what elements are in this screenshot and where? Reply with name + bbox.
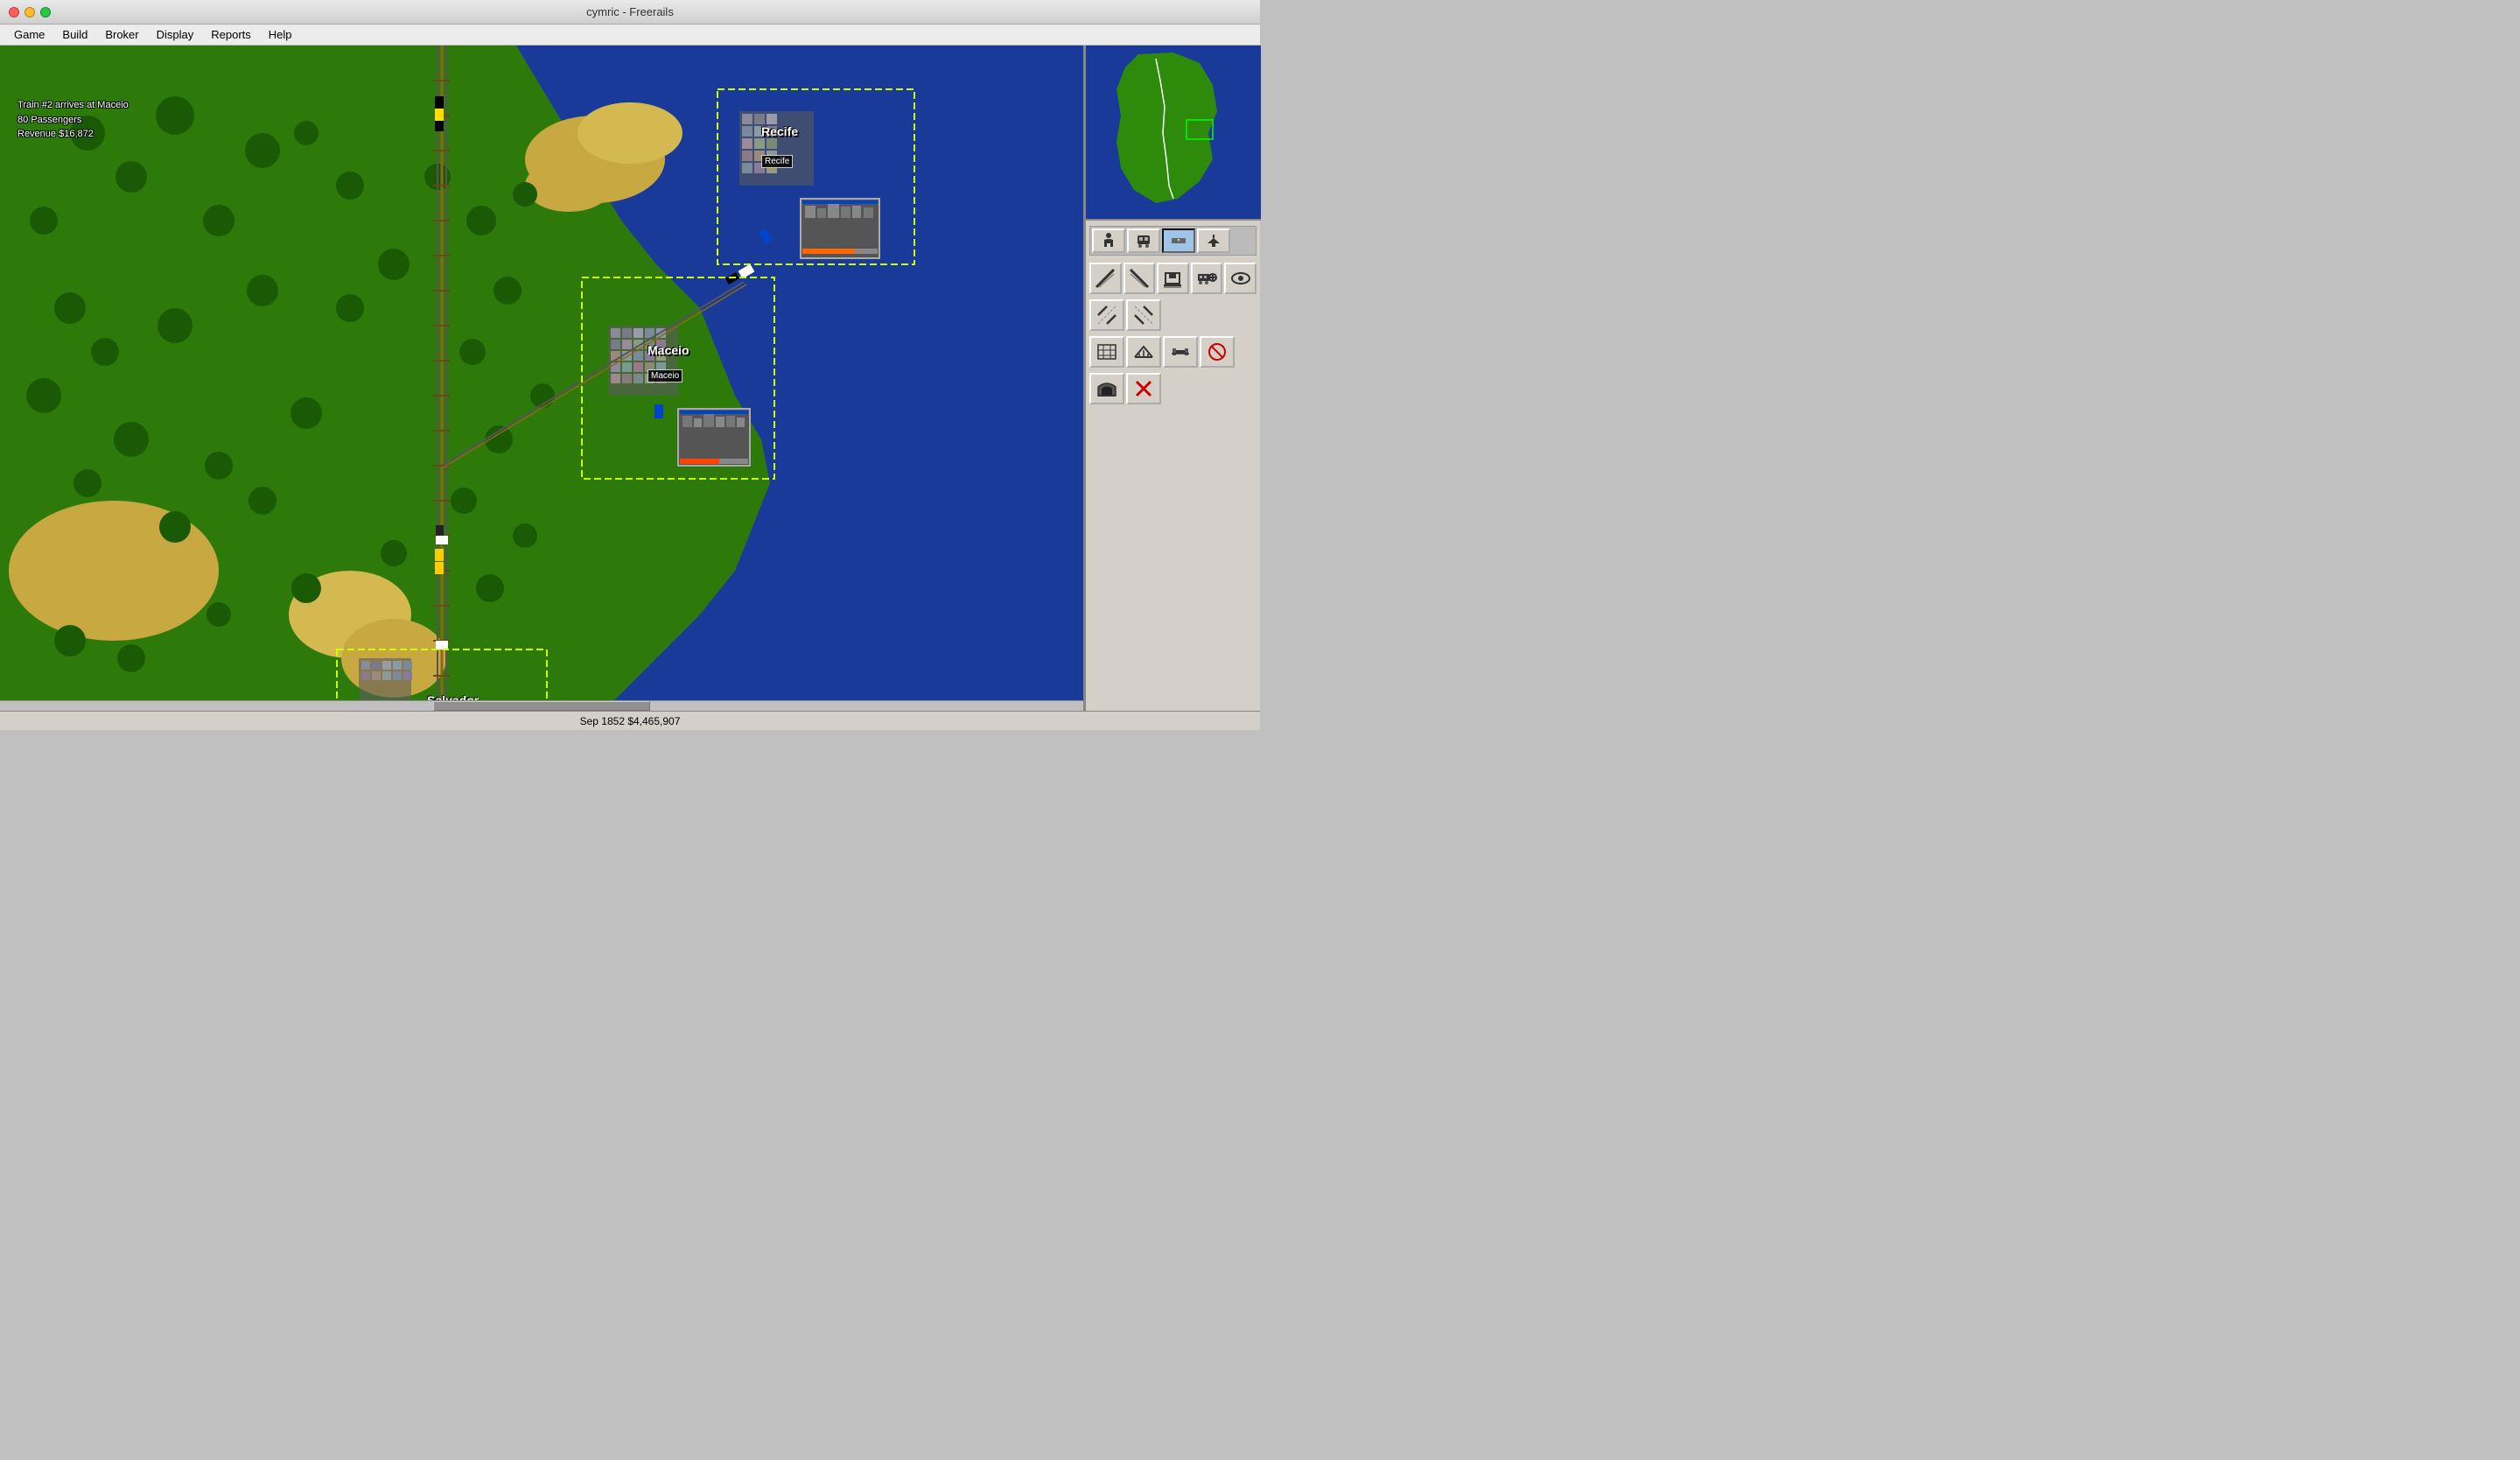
menu-reports[interactable]: Reports	[204, 26, 258, 43]
mini-map[interactable]	[1086, 46, 1261, 221]
notification-line3: Revenue $16,872	[18, 127, 129, 142]
tool-row-1	[1089, 263, 1256, 294]
horizontal-scrollbar[interactable]	[0, 700, 1083, 711]
notification-line1: Train #2 arrives at Maceio	[18, 98, 129, 113]
tool-tunnel[interactable]	[1089, 373, 1124, 404]
tool-bridge-span[interactable]	[1126, 336, 1161, 368]
menu-game[interactable]: Game	[7, 26, 52, 43]
status-text: Sep 1852 $4,465,907	[580, 715, 681, 727]
menu-broker[interactable]: Broker	[98, 26, 145, 43]
game-canvas[interactable]: ⚓	[0, 46, 1085, 711]
tool-track-nw[interactable]	[1124, 263, 1156, 294]
status-bar: Sep 1852 $4,465,907	[0, 711, 1260, 730]
transport-train[interactable]	[1127, 228, 1160, 253]
tool-eye[interactable]	[1224, 263, 1256, 294]
mini-map-terrain	[1086, 46, 1261, 219]
transport-mode-buttons	[1089, 226, 1256, 256]
toolbar	[1086, 221, 1260, 411]
right-sidebar	[1085, 46, 1260, 711]
tool-station[interactable]	[1157, 263, 1189, 294]
terrain-map: ⚓	[0, 46, 1083, 711]
maximize-button[interactable]	[40, 7, 51, 18]
mini-map-svg	[1086, 46, 1261, 221]
tool-track-diag2[interactable]	[1126, 299, 1161, 331]
transport-person[interactable]	[1092, 228, 1125, 253]
tool-track-ne[interactable]	[1089, 263, 1122, 294]
main-layout: ⚓	[0, 46, 1260, 711]
notification-line2: 80 Passengers	[18, 113, 129, 128]
tool-train-add[interactable]	[1191, 263, 1223, 294]
tool-bridge-grid[interactable]	[1089, 336, 1124, 368]
minimize-button[interactable]	[24, 7, 35, 18]
tool-row-3	[1089, 336, 1256, 368]
title-bar: cymric - Freerails	[0, 0, 1260, 25]
tool-row-2	[1089, 299, 1256, 331]
window-controls[interactable]	[9, 7, 51, 18]
tool-no-entry[interactable]	[1200, 336, 1235, 368]
menu-help[interactable]: Help	[262, 26, 299, 43]
window-title: cymric - Freerails	[586, 5, 674, 18]
transport-road[interactable]	[1162, 228, 1195, 253]
menu-build[interactable]: Build	[55, 26, 94, 43]
scrollbar-thumb[interactable]	[433, 701, 650, 711]
tool-row-4	[1089, 373, 1256, 404]
tool-track-diag1[interactable]	[1089, 299, 1124, 331]
menu-bar: Game Build Broker Display Reports Help	[0, 25, 1260, 46]
tool-bridge-short[interactable]	[1163, 336, 1198, 368]
transport-ship[interactable]	[1197, 228, 1230, 253]
menu-display[interactable]: Display	[150, 26, 201, 43]
close-button[interactable]	[9, 7, 19, 18]
tool-remove[interactable]	[1126, 373, 1161, 404]
notification-panel: Train #2 arrives at Maceio 80 Passengers…	[18, 98, 129, 142]
